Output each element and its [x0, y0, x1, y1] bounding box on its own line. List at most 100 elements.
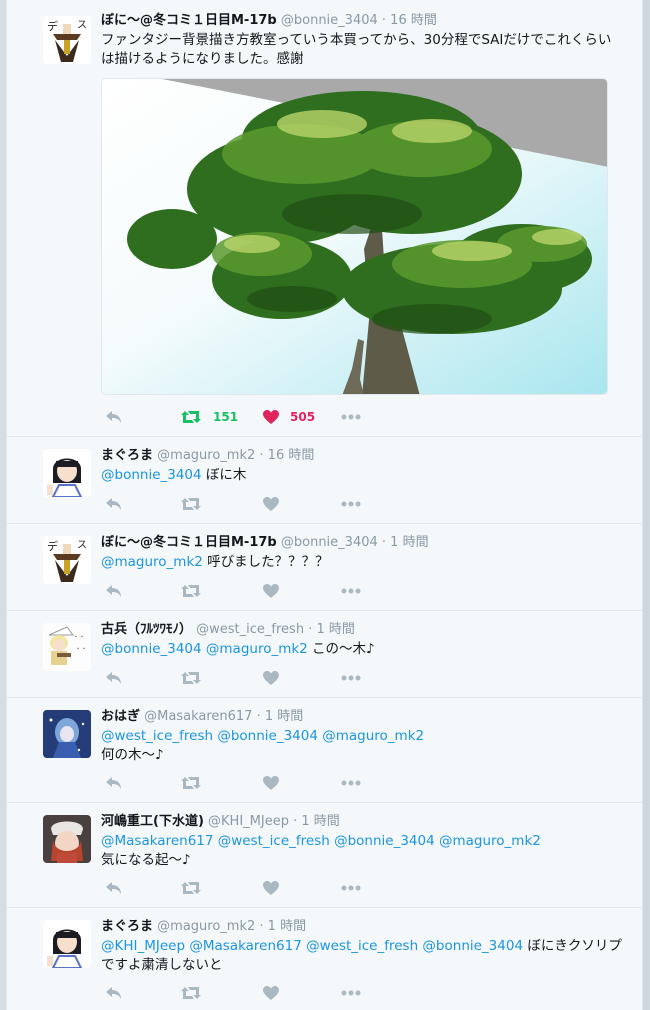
- reply-button[interactable]: [105, 772, 123, 794]
- retweet-button[interactable]: [181, 982, 201, 1004]
- reply-button[interactable]: [105, 667, 123, 689]
- mention-link[interactable]: @KHI_MJeep @Masakaren617 @west_ice_fresh…: [101, 938, 523, 954]
- tweet-text: @KHI_MJeep @Masakaren617 @west_ice_fresh…: [101, 937, 622, 975]
- more-icon: [341, 588, 361, 594]
- time-separator: ·: [252, 709, 265, 724]
- avatar[interactable]: [43, 449, 91, 497]
- retweet-button[interactable]: [181, 493, 201, 515]
- avatar[interactable]: [43, 710, 91, 758]
- tweet-reply[interactable]: まぐろま @maguro_mk2 · 1 時間 @KHI_MJeep @Masa…: [7, 908, 642, 1010]
- timestamp[interactable]: 1 時間: [301, 814, 339, 829]
- like-button[interactable]: [263, 982, 279, 1004]
- avatar[interactable]: デ ス: [43, 536, 91, 584]
- reply-button[interactable]: [105, 877, 123, 899]
- timestamp[interactable]: 16 時間: [268, 448, 315, 463]
- more-icon: [341, 414, 361, 420]
- retweet-icon: [181, 986, 201, 1000]
- timestamp[interactable]: 1 時間: [265, 709, 303, 724]
- retweet-button[interactable]: [181, 877, 201, 899]
- retweet-button[interactable]: [181, 580, 201, 602]
- mention-link[interactable]: @west_ice_fresh @bonnie_3404 @maguro_mk2: [101, 728, 424, 744]
- retweet-icon: [181, 881, 201, 895]
- more-button[interactable]: [341, 406, 361, 428]
- avatar[interactable]: [43, 815, 91, 863]
- tweet-reply[interactable]: 河嶋重工(下水道) @KHI_MJeep · 1 時間 @Masakaren61…: [7, 803, 642, 908]
- tweet-header: おはぎ @Masakaren617 · 1 時間: [101, 708, 622, 725]
- time-separator: ·: [288, 814, 302, 829]
- mention-link[interactable]: @bonnie_3404 @maguro_mk2: [101, 641, 308, 657]
- user-handle[interactable]: @west_ice_fresh: [196, 622, 304, 637]
- avatar[interactable]: [43, 920, 91, 968]
- reply-icon: [105, 410, 123, 424]
- time-separator: ·: [255, 448, 268, 463]
- tweet-reply[interactable]: ・・ ・・ 古兵（ﾌﾙﾂﾜﾓﾉ） @west_ice_fresh · 1 時間 …: [7, 611, 642, 698]
- more-button[interactable]: [341, 982, 361, 1004]
- like-button[interactable]: [263, 772, 279, 794]
- display-name[interactable]: まぐろま: [101, 448, 153, 463]
- display-name[interactable]: 河嶋重工(下水道): [101, 814, 204, 829]
- tweet-reply[interactable]: まぐろま @maguro_mk2 · 16 時間 @bonnie_3404 ぼに…: [7, 437, 642, 524]
- user-handle[interactable]: @bonnie_3404: [281, 13, 378, 28]
- more-button[interactable]: [341, 580, 361, 602]
- reply-text: ぼに木: [201, 467, 247, 483]
- reply-button[interactable]: [105, 493, 123, 515]
- display-name[interactable]: 古兵（ﾌﾙﾂﾜﾓﾉ）: [101, 622, 192, 637]
- more-button[interactable]: [341, 667, 361, 689]
- like-button[interactable]: [263, 580, 279, 602]
- like-button[interactable]: [263, 667, 279, 689]
- more-button[interactable]: [341, 493, 361, 515]
- display-name[interactable]: ぼに～@冬コミ１日目M-17b: [101, 535, 277, 550]
- mention-link[interactable]: @Masakaren617 @west_ice_fresh @bonnie_34…: [101, 833, 541, 849]
- more-icon: [341, 675, 361, 681]
- tweet-reply[interactable]: デ ス ぼに～@冬コミ１日目M-17b @bonnie_3404 · 1 時間 …: [7, 524, 642, 611]
- svg-text:・・: ・・: [73, 634, 85, 641]
- timestamp[interactable]: 1 時間: [390, 535, 428, 550]
- display-name[interactable]: まぐろま: [101, 919, 153, 934]
- display-name[interactable]: ぼに～@冬コミ１日目M-17b: [101, 13, 277, 28]
- reply-icon: [105, 986, 123, 1000]
- like-button[interactable]: 505: [263, 406, 315, 428]
- more-button[interactable]: [341, 877, 361, 899]
- reply-icon: [105, 584, 123, 598]
- reply-text: 呼びました？？？？: [202, 554, 329, 570]
- retweet-button[interactable]: [181, 667, 201, 689]
- like-button[interactable]: [263, 493, 279, 515]
- avatar[interactable]: ・・ ・・: [43, 623, 91, 671]
- more-icon: [341, 885, 361, 891]
- tweet-media-image[interactable]: [101, 78, 608, 395]
- tweet-actions: 151 505: [101, 406, 401, 428]
- user-handle[interactable]: @Masakaren617: [144, 709, 252, 724]
- more-button[interactable]: [341, 772, 361, 794]
- user-handle[interactable]: @maguro_mk2: [157, 448, 255, 463]
- tweet-text: @maguro_mk2 呼びました？？？？: [101, 553, 622, 572]
- more-icon: [341, 990, 361, 996]
- user-handle[interactable]: @maguro_mk2: [157, 919, 255, 934]
- timestamp[interactable]: 16 時間: [390, 13, 437, 28]
- tweet-actions: [101, 493, 401, 515]
- tweet-main[interactable]: デ ス ぼに～@冬コミ１日目M-17b @bonnie_3404 · 16 時間…: [7, 0, 642, 437]
- reply-icon: [105, 776, 123, 790]
- reply-text: この～木♪: [307, 641, 375, 657]
- reply-button[interactable]: [105, 406, 123, 428]
- more-icon: [341, 501, 361, 507]
- svg-text:ス: ス: [77, 540, 87, 551]
- like-button[interactable]: [263, 877, 279, 899]
- tweet-text: @Masakaren617 @west_ice_fresh @bonnie_34…: [101, 832, 622, 870]
- mention-link[interactable]: @maguro_mk2: [101, 554, 203, 570]
- retweet-button[interactable]: [181, 772, 201, 794]
- user-handle[interactable]: @bonnie_3404: [281, 535, 378, 550]
- mention-link[interactable]: @bonnie_3404: [101, 467, 202, 483]
- timestamp[interactable]: 1 時間: [316, 622, 354, 637]
- like-icon: [263, 584, 279, 598]
- like-count: 505: [290, 410, 316, 424]
- reply-icon: [105, 497, 123, 511]
- tweet-header: まぐろま @maguro_mk2 · 1 時間: [101, 918, 622, 935]
- reply-button[interactable]: [105, 580, 123, 602]
- display-name[interactable]: おはぎ: [101, 709, 140, 724]
- user-handle[interactable]: @KHI_MJeep: [208, 814, 289, 829]
- avatar[interactable]: デ ス: [43, 16, 91, 64]
- timestamp[interactable]: 1 時間: [268, 919, 306, 934]
- reply-button[interactable]: [105, 982, 123, 1004]
- retweet-button[interactable]: 151: [181, 406, 238, 428]
- tweet-reply[interactable]: おはぎ @Masakaren617 · 1 時間 @west_ice_fresh…: [7, 698, 642, 803]
